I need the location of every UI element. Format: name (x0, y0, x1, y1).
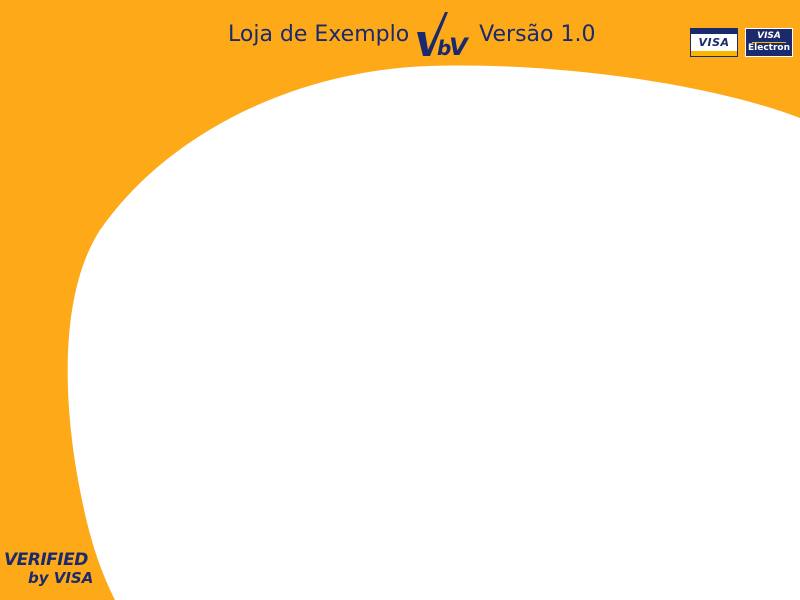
electron-label: Electron (747, 43, 790, 53)
version-label: Versão 1.0 (479, 21, 596, 47)
electron-brand-label: VISA (757, 31, 781, 41)
vbv-logo: b V (415, 6, 471, 62)
verified-by-visa-logo: VERIFIED by VISA (4, 552, 93, 586)
verified-text: VERIFIED (4, 550, 88, 570)
visa-card-icon: VISA (690, 28, 738, 57)
svg-text:V: V (449, 33, 470, 61)
visa-electron-card-icon: VISA Electron (745, 28, 793, 57)
by-visa-text: by VISA (28, 569, 94, 587)
visa-card-label: VISA (698, 36, 730, 49)
page-header: Loja de Exemplo b V Versão 1.0 (228, 6, 595, 62)
store-title: Loja de Exemplo (228, 21, 410, 47)
page-background (0, 0, 800, 600)
accepted-cards: VISA VISA Electron (690, 28, 793, 57)
